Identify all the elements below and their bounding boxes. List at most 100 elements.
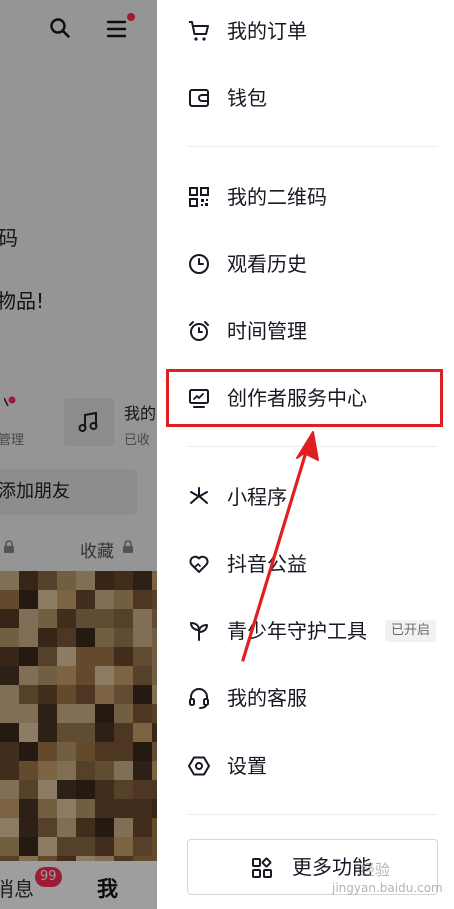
- thumbnail-pixel: [57, 799, 76, 818]
- thumbnail-pixel: [19, 799, 38, 818]
- thumbnail-pixel: [95, 723, 114, 742]
- thumbnail-pixel: [0, 742, 19, 761]
- menu-item-wallet[interactable]: 钱包: [157, 71, 454, 125]
- search-icon[interactable]: [49, 17, 71, 39]
- more-functions-button[interactable]: 更多功能: [187, 839, 438, 895]
- add-friend-label: 添加朋友: [0, 481, 70, 502]
- thumbnail-pixel: [76, 761, 95, 780]
- thumbnail-pixel: [133, 818, 152, 837]
- menu-item-label: 观看历史: [227, 252, 307, 276]
- menu-item-qrcode[interactable]: 我的二维码: [157, 170, 454, 224]
- thumbnail-pixel: [0, 837, 19, 856]
- thumbnail-pixel: [76, 590, 95, 609]
- thumbnail-pixel: [38, 704, 57, 723]
- thumbnail-pixel: [95, 647, 114, 666]
- manage-label: 管理: [0, 433, 25, 448]
- add-friend-button[interactable]: 添加朋友: [0, 469, 137, 515]
- cart-icon: [189, 21, 209, 41]
- thumbnail-pixel: [76, 837, 95, 856]
- asterisk-icon: [190, 487, 208, 504]
- thumbnail-pixel: [57, 818, 76, 837]
- thumbnail-pixel: [19, 818, 38, 837]
- clock-icon: [189, 254, 209, 274]
- thumbnail-pixel: [38, 666, 57, 685]
- thumbnail-pixel: [95, 590, 114, 609]
- thumbnail-pixel: [19, 590, 38, 609]
- thumbnail-pixel: [133, 799, 152, 818]
- thumbnail-pixel: [76, 780, 95, 799]
- thumbnail-pixel: [76, 609, 95, 628]
- thumbnail-pixel: [57, 628, 76, 647]
- status-badge: 已开启: [385, 620, 437, 642]
- thumbnail-pixel: [95, 571, 114, 590]
- thumbnail-pixel: [76, 666, 95, 685]
- status-dot: [4, 396, 16, 407]
- thumbnail-pixel: [19, 837, 38, 856]
- qrcode-icon: [189, 187, 209, 207]
- thumbnail-pixel: [95, 685, 114, 704]
- music-card-icon-box[interactable]: [64, 398, 114, 446]
- thumbnail-pixel: [76, 628, 95, 647]
- music-card-sub: 已收: [124, 433, 151, 448]
- video-thumbnail[interactable]: [0, 571, 157, 861]
- thumbnail-pixel: [0, 704, 19, 723]
- divider: [187, 146, 438, 147]
- thumbnail-pixel: [0, 780, 19, 799]
- menu-item-label: 我的订单: [227, 19, 307, 43]
- more-functions-label: 更多功能: [292, 855, 372, 879]
- menu-item-history[interactable]: 观看历史: [157, 237, 454, 291]
- thumbnail-pixel: [57, 685, 76, 704]
- sprout-icon: [190, 622, 208, 641]
- thumbnail-pixel: [0, 590, 19, 609]
- thumbnail-pixel: [95, 818, 114, 837]
- background-profile-page: 码 物品! 管理 我的 已收 添加朋友 收藏 消息 99 我: [0, 0, 157, 909]
- thumbnail-pixel: [133, 666, 152, 685]
- thumbnail-pixel: [57, 666, 76, 685]
- tab-favorites[interactable]: 收藏: [80, 537, 114, 562]
- thumbnail-pixel: [95, 761, 114, 780]
- thumbnail-pixel: [38, 799, 57, 818]
- thumbnail-pixel: [0, 685, 19, 704]
- thumbnail-pixel: [19, 723, 38, 742]
- thumbnail-pixel: [19, 742, 38, 761]
- thumbnail-pixel: [114, 628, 133, 647]
- thumbnail-pixel: [19, 666, 38, 685]
- menu-item-youth-protection[interactable]: 青少年守护工具 已开启: [157, 604, 454, 658]
- menu-item-charity[interactable]: 抖音公益: [157, 537, 454, 591]
- thumbnail-pixel: [76, 723, 95, 742]
- alarm-clock-icon: [189, 321, 209, 341]
- thumbnail-pixel: [76, 704, 95, 723]
- menu-icon[interactable]: [105, 12, 139, 42]
- menu-item-time-management[interactable]: 时间管理: [157, 304, 454, 358]
- thumbnail-pixel: [76, 685, 95, 704]
- thumbnail-pixel: [19, 704, 38, 723]
- menu-item-label: 抖音公益: [227, 552, 307, 576]
- menu-item-mini-programs[interactable]: 小程序: [157, 470, 454, 524]
- thumbnail-pixel: [114, 704, 133, 723]
- menu-item-label: 钱包: [227, 86, 267, 110]
- thumbnail-pixel: [114, 799, 133, 818]
- nav-me[interactable]: 我: [97, 873, 118, 903]
- creator-monitor-icon: [189, 389, 209, 408]
- nav-messages[interactable]: 消息: [0, 873, 34, 902]
- thumbnail-pixel: [133, 685, 152, 704]
- thumbnail-pixel: [57, 723, 76, 742]
- menu-item-label: 创作者服务中心: [227, 386, 367, 410]
- menu-item-creator-center[interactable]: 创作者服务中心: [157, 371, 454, 425]
- thumbnail-pixel: [0, 628, 19, 647]
- thumbnail-pixel: [0, 799, 19, 818]
- thumbnail-pixel: [57, 647, 76, 666]
- thumbnail-pixel: [38, 723, 57, 742]
- menu-item-settings[interactable]: 设置: [157, 739, 454, 793]
- menu-item-customer-service[interactable]: 我的客服: [157, 671, 454, 725]
- notification-dot: [127, 13, 135, 21]
- thumbnail-pixel: [57, 780, 76, 799]
- menu-item-label: 青少年守护工具: [227, 619, 367, 643]
- thumbnail-pixel: [19, 571, 38, 590]
- thumbnail-pixel: [114, 761, 133, 780]
- headset-icon: [189, 688, 209, 709]
- thumbnail-pixel: [95, 666, 114, 685]
- thumbnail-pixel: [95, 799, 114, 818]
- thumbnail-pixel: [38, 647, 57, 666]
- menu-item-orders[interactable]: 我的订单: [157, 4, 454, 58]
